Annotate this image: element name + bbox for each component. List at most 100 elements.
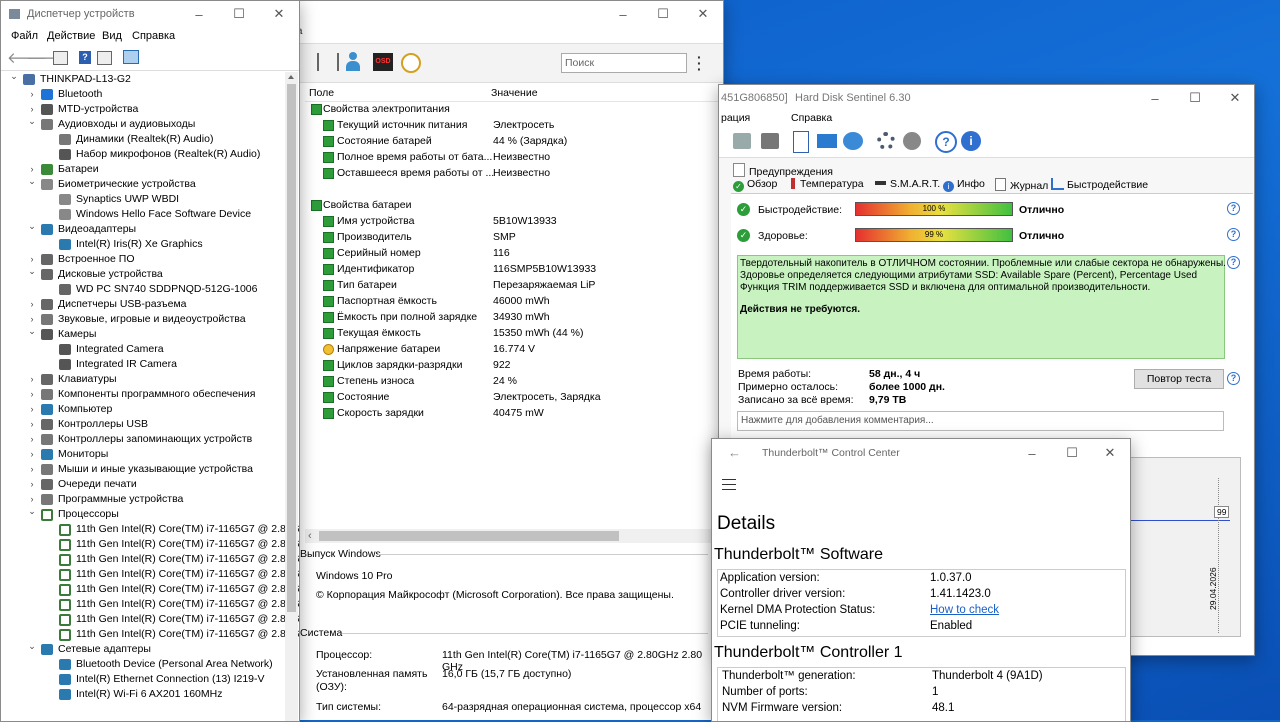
report-icon[interactable] xyxy=(793,131,809,153)
tree-device[interactable]: Bluetooth Device (Personal Area Network) xyxy=(1,657,285,672)
chevron-right-icon[interactable]: › xyxy=(27,372,37,387)
tree-root[interactable]: ⌄ THINKPAD-L13-G2 xyxy=(1,71,285,87)
property-row[interactable]: Ёмкость при полной зарядке 34930 mWh xyxy=(305,309,721,325)
help-icon[interactable]: ? xyxy=(1227,228,1240,241)
menu-help[interactable]: Справка xyxy=(791,112,832,124)
settings-icon[interactable] xyxy=(877,132,895,150)
tree-category[interactable]: › Мыши и иные указывающие устройства xyxy=(1,462,285,477)
chevron-right-icon[interactable]: › xyxy=(27,432,37,447)
maximize-button[interactable]: ☐ xyxy=(219,1,259,27)
scan-hardware-icon[interactable] xyxy=(123,50,139,64)
minimize-button[interactable]: – xyxy=(1135,85,1175,111)
tab-info[interactable]: i Инфо xyxy=(943,178,985,192)
chevron-down-icon[interactable]: ⌄ xyxy=(27,219,37,234)
property-row[interactable]: Состояние Электросеть, Зарядка xyxy=(305,389,721,405)
tab-performance[interactable]: Быстродействие xyxy=(1051,178,1148,191)
user-icon[interactable] xyxy=(345,52,361,72)
chevron-down-icon[interactable]: ⌄ xyxy=(27,174,37,189)
scroll-up-icon[interactable] xyxy=(288,75,294,79)
scrollbar-thumb[interactable] xyxy=(287,84,296,612)
property-row[interactable]: Полное время работы от бата... Неизвестно xyxy=(305,149,721,165)
property-row[interactable]: Напряжение батареи 16.774 V xyxy=(305,341,721,357)
maximize-button[interactable]: ☐ xyxy=(1175,85,1215,111)
tree-category[interactable]: › Батареи xyxy=(1,162,285,177)
chevron-right-icon[interactable]: › xyxy=(27,477,37,492)
tree-device[interactable]: 11th Gen Intel(R) Core(TM) i7-1165G7 @ 2… xyxy=(1,567,299,582)
gauge-icon[interactable] xyxy=(401,53,421,73)
back-arrow-icon[interactable]: ← xyxy=(728,445,741,460)
chevron-down-icon[interactable]: ⌄ xyxy=(27,114,37,129)
tree-category[interactable]: › Мониторы xyxy=(1,447,285,462)
tree-category[interactable]: › Контроллеры USB xyxy=(1,417,285,432)
network-icon[interactable] xyxy=(843,132,863,150)
maximize-button[interactable]: ☐ xyxy=(1052,439,1092,467)
help-icon[interactable]: ? xyxy=(935,131,957,153)
search-input[interactable]: Поиск xyxy=(561,53,687,73)
tree-device[interactable]: Intel(R) Wi-Fi 6 AX201 160MHz xyxy=(1,687,285,702)
tree-device[interactable]: Intel(R) Iris(R) Xe Graphics xyxy=(1,237,285,252)
minimize-button[interactable]: – xyxy=(179,1,219,27)
tree-category[interactable]: ⌄ Биометрические устройства xyxy=(1,174,285,192)
email-icon[interactable] xyxy=(817,134,837,148)
tree-device[interactable]: 11th Gen Intel(R) Core(TM) i7-1165G7 @ 2… xyxy=(1,612,299,627)
chevron-down-icon[interactable]: ⌄ xyxy=(27,324,37,339)
tree-device[interactable]: Windows Hello Face Software Device xyxy=(1,207,285,222)
maximize-button[interactable]: ☐ xyxy=(643,1,683,27)
menu-configuration[interactable]: рация xyxy=(721,112,750,124)
chevron-down-icon[interactable]: ⌄ xyxy=(27,504,37,519)
chevron-right-icon[interactable]: › xyxy=(27,387,37,402)
vertical-scrollbar[interactable] xyxy=(285,72,298,721)
chevron-right-icon[interactable]: › xyxy=(27,402,37,417)
property-row[interactable]: Состояние батарей 44 % (Зарядка) xyxy=(305,133,721,149)
tree-device[interactable]: Integrated IR Camera xyxy=(1,357,285,372)
info-icon[interactable]: i xyxy=(961,131,981,151)
tree-device[interactable]: Synaptics UWP WBDI xyxy=(1,192,285,207)
menu-view[interactable]: Вид xyxy=(102,30,122,42)
tree-category[interactable]: › Контроллеры запоминающих устройств xyxy=(1,432,285,447)
property-row[interactable]: Циклов зарядки-разрядки 922 xyxy=(305,357,721,373)
tree-device[interactable]: Динамики (Realtek(R) Audio) xyxy=(1,132,285,147)
tree-device[interactable]: 11th Gen Intel(R) Core(TM) i7-1165G7 @ 2… xyxy=(1,522,299,537)
chevron-right-icon[interactable]: › xyxy=(27,87,37,102)
properties-icon[interactable] xyxy=(53,51,68,65)
network-tool-icon[interactable] xyxy=(317,53,339,71)
tree-category[interactable]: › Компоненты программного обеспечения xyxy=(1,387,285,402)
chevron-right-icon[interactable]: › xyxy=(27,447,37,462)
update-driver-icon[interactable] xyxy=(97,51,112,65)
horizontal-scrollbar[interactable]: ‹ › xyxy=(305,529,721,543)
tree-category[interactable]: › Клавиатуры xyxy=(1,372,285,387)
tree-device[interactable]: 11th Gen Intel(R) Core(TM) i7-1165G7 @ 2… xyxy=(1,597,299,612)
menu-help[interactable]: Справка xyxy=(132,30,175,42)
property-row[interactable]: Скорость зарядки 40475 mW xyxy=(305,405,721,421)
chevron-right-icon[interactable]: › xyxy=(27,297,37,312)
column-value-header[interactable]: Значение xyxy=(491,87,538,99)
tree-device[interactable]: 11th Gen Intel(R) Core(TM) i7-1165G7 @ 2… xyxy=(1,552,299,567)
minimize-button[interactable]: – xyxy=(1012,439,1052,467)
tree-category[interactable]: ⌄ Видеоадаптеры xyxy=(1,219,285,237)
property-row[interactable]: Имя устройства 5B10W13933 xyxy=(305,213,721,229)
tree-device[interactable]: 11th Gen Intel(R) Core(TM) i7-1165G7 @ 2… xyxy=(1,627,299,642)
property-row[interactable]: Производитель SMP xyxy=(305,229,721,245)
tree-category[interactable]: › MTD-устройства xyxy=(1,102,285,117)
tree-category[interactable]: ⌄ Аудиовходы и аудиовыходы xyxy=(1,114,285,132)
menu-file[interactable]: Файл xyxy=(11,30,38,42)
tree-device[interactable]: Набор микрофонов (Realtek(R) Audio) xyxy=(1,147,285,162)
tree-category[interactable]: ⌄ Камеры xyxy=(1,324,285,342)
retest-button[interactable]: Повтор теста xyxy=(1134,369,1224,389)
tree-category[interactable]: › Диспетчеры USB-разъема xyxy=(1,297,285,312)
comment-input[interactable]: Нажмите для добавления комментария... xyxy=(737,411,1224,431)
how-to-check-link[interactable]: How to check xyxy=(930,604,999,616)
more-options-icon[interactable]: · · · xyxy=(697,50,702,76)
chevron-right-icon[interactable]: › xyxy=(27,462,37,477)
tab-smart[interactable]: S.M.A.R.T. xyxy=(875,178,940,190)
hamburger-menu-icon[interactable] xyxy=(722,479,736,490)
help-icon[interactable]: ? xyxy=(1227,202,1240,215)
tree-device[interactable]: WD PC SN740 SDDPNQD-512G-1006 xyxy=(1,282,285,297)
sound-icon[interactable] xyxy=(903,132,921,150)
tab-alerts[interactable]: Предупреждения xyxy=(733,163,833,178)
chevron-right-icon[interactable]: › xyxy=(27,417,37,432)
property-row[interactable]: Степень износа 24 % xyxy=(305,373,721,389)
tree-category[interactable]: › Bluetooth xyxy=(1,87,285,102)
tree-category[interactable]: › Встроенное ПО xyxy=(1,252,285,267)
close-button[interactable]: ✕ xyxy=(259,1,299,27)
